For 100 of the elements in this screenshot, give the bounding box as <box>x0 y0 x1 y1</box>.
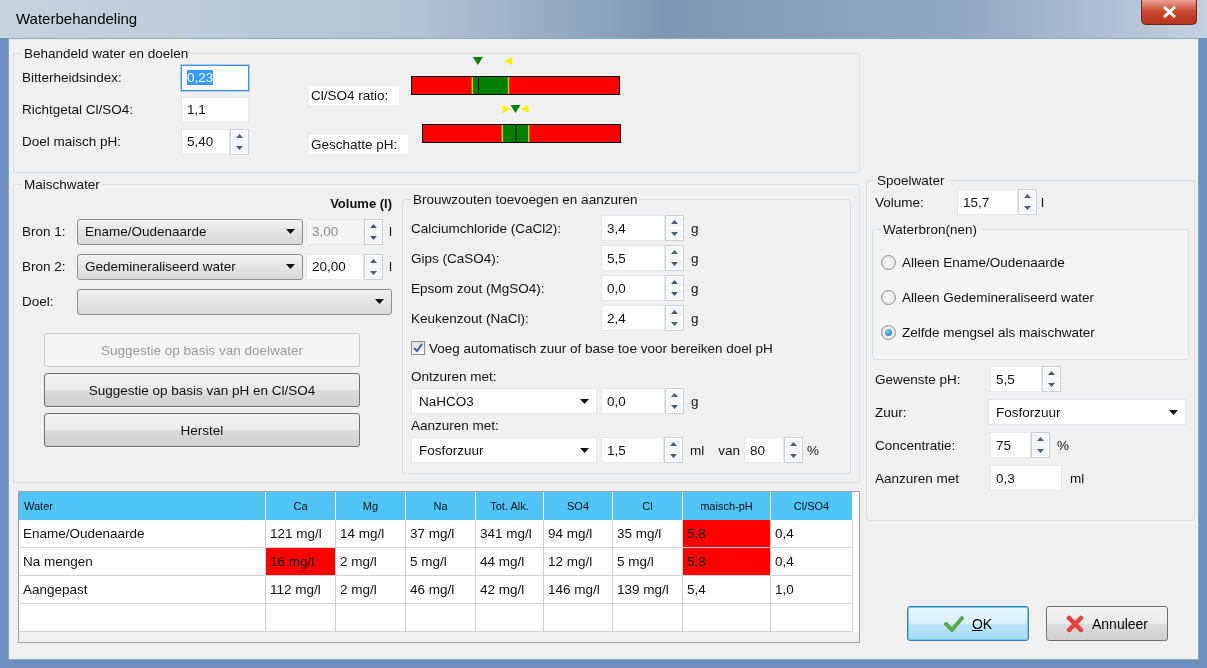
dialog-button[interactable]: OK <box>907 606 1029 641</box>
table-cell: 5 mg/l <box>613 548 683 576</box>
checkbox[interactable] <box>411 341 425 355</box>
spin-buttons[interactable] <box>1042 366 1061 392</box>
close-button[interactable] <box>1141 0 1197 25</box>
table-cell: 1,0 <box>771 576 853 604</box>
number-field[interactable]: 75 <box>990 432 1031 458</box>
field-label: Concentratie: <box>875 437 957 453</box>
field-label: Zuur: <box>875 404 908 420</box>
dropdown[interactable] <box>77 288 392 315</box>
spin-buttons[interactable] <box>665 215 684 241</box>
table-cell: 5,8 <box>683 520 771 548</box>
unit-label: % <box>807 442 820 458</box>
table-cell: 341 mg/l <box>476 520 544 548</box>
check-icon <box>943 615 964 632</box>
column-header[interactable]: Mg <box>336 492 406 520</box>
table-cell: 0,4 <box>771 548 853 576</box>
spin-buttons[interactable] <box>364 253 383 280</box>
caret-icon <box>286 229 295 234</box>
number-field[interactable]: 0,0 <box>601 275 665 301</box>
dropdown[interactable]: Gedemineraliseerd water <box>77 253 303 280</box>
text-field[interactable]: 1,1 <box>181 96 249 123</box>
radio-button[interactable] <box>881 290 896 305</box>
number-field[interactable]: 5,5 <box>601 245 665 271</box>
caret-icon <box>580 398 589 404</box>
caret-icon <box>286 264 295 269</box>
spin-buttons[interactable] <box>664 437 683 463</box>
radio-label: Alleen Gedemineraliseerd water <box>902 290 1095 305</box>
dropdown[interactable]: Fosforzuur <box>411 437 597 463</box>
table-cell: Na mengen <box>19 548 266 576</box>
column-header[interactable]: Water <box>19 492 266 520</box>
spin-buttons[interactable] <box>665 245 684 271</box>
number-field[interactable]: 2,4 <box>601 305 665 331</box>
column-header[interactable]: maisch-pH <box>683 492 771 520</box>
unit-label: l <box>1041 194 1044 210</box>
number-field[interactable]: 0,0 <box>601 388 665 414</box>
gauge-label: Cl/SO4 ratio: <box>309 86 399 105</box>
field-label: Epsom zout (MgSO4): <box>411 280 546 296</box>
checkbox-label: Voeg automatisch zuur of base toe voor bereiken doel pH <box>429 340 773 356</box>
unit-label: g <box>691 310 699 326</box>
dialog-button[interactable]: Annuleer <box>1046 606 1168 641</box>
number-field[interactable]: 1,5 <box>601 437 664 463</box>
text-field[interactable]: 0,3 <box>990 465 1062 491</box>
table-cell: 94 mg/l <box>544 520 613 548</box>
table-cell: 35 mg/l <box>613 520 683 548</box>
window-title: Waterbehandeling <box>16 10 138 27</box>
column-header[interactable]: Cl/SO4 <box>771 492 853 520</box>
field-label: Gewenste pH: <box>875 371 962 387</box>
group-title: Spoelwater <box>876 173 946 188</box>
table-cell: 42 mg/l <box>476 576 544 604</box>
field-label: Calciumchloride (CaCl2): <box>411 220 563 236</box>
dropdown[interactable]: NaHCO3 <box>411 388 597 414</box>
dropdown[interactable]: Fosforzuur <box>988 399 1186 425</box>
table-cell: 0,4 <box>771 520 853 548</box>
radio-label: Zelfde mengsel als maischwater <box>902 325 1095 340</box>
spin-buttons[interactable] <box>784 437 804 463</box>
unit-label: g <box>691 220 699 236</box>
spin-buttons[interactable] <box>665 305 684 331</box>
table-cell: 112 mg/l <box>266 576 336 604</box>
spin-buttons[interactable] <box>1018 189 1037 215</box>
table-cell: 146 mg/l <box>544 576 613 604</box>
column-label: Volume (l) <box>330 195 392 211</box>
spin-buttons[interactable] <box>230 128 249 155</box>
field-label: Ontzuren met: <box>411 369 498 384</box>
number-field[interactable]: 80 <box>744 437 785 463</box>
close-icon <box>1162 6 1176 18</box>
radio-button[interactable] <box>881 325 896 340</box>
table-cell: 5,8 <box>683 548 771 576</box>
column-header[interactable]: Ca <box>266 492 336 520</box>
column-header[interactable]: Na <box>406 492 476 520</box>
field-label: Bitterheidsindex: <box>22 70 123 85</box>
field-label: Doel maisch pH: <box>22 134 123 149</box>
table-cell: 2 mg/l <box>336 576 406 604</box>
field-label: Volume: <box>875 194 925 210</box>
table-cell: 12 mg/l <box>544 548 613 576</box>
action-button[interactable]: Suggestie op basis van pH en Cl/SO4 <box>44 373 360 407</box>
table-cell: 44 mg/l <box>476 548 544 576</box>
spin-buttons[interactable] <box>665 388 684 414</box>
action-button[interactable]: Herstel <box>44 413 360 447</box>
field-label: Aanzuren met: <box>411 418 500 433</box>
unit-label: % <box>1057 437 1069 453</box>
column-header[interactable]: Cl <box>613 492 683 520</box>
limit-marker <box>504 56 513 65</box>
field-label: Aanzuren met <box>875 470 961 486</box>
spin-buttons[interactable] <box>1031 432 1050 458</box>
number-field[interactable]: 5,40 <box>181 128 230 155</box>
number-field[interactable]: 3,4 <box>601 215 665 241</box>
number-field[interactable]: 20,00 <box>306 253 364 280</box>
number-field[interactable]: 5,5 <box>990 366 1042 392</box>
column-header[interactable]: SO4 <box>544 492 613 520</box>
table-cell: 14 mg/l <box>336 520 406 548</box>
table-cell: Aangepast <box>19 576 266 604</box>
group-title: Maischwater <box>23 177 101 192</box>
table-cell: 16 mg/l <box>266 548 336 576</box>
radio-button[interactable] <box>881 255 896 270</box>
table-cell: 5,4 <box>683 576 771 604</box>
field-label: Bron 2: <box>22 259 67 274</box>
number-field[interactable]: 15,7 <box>957 189 1018 215</box>
spin-buttons[interactable] <box>665 275 684 301</box>
column-header[interactable]: Tot. Alk. <box>476 492 544 520</box>
